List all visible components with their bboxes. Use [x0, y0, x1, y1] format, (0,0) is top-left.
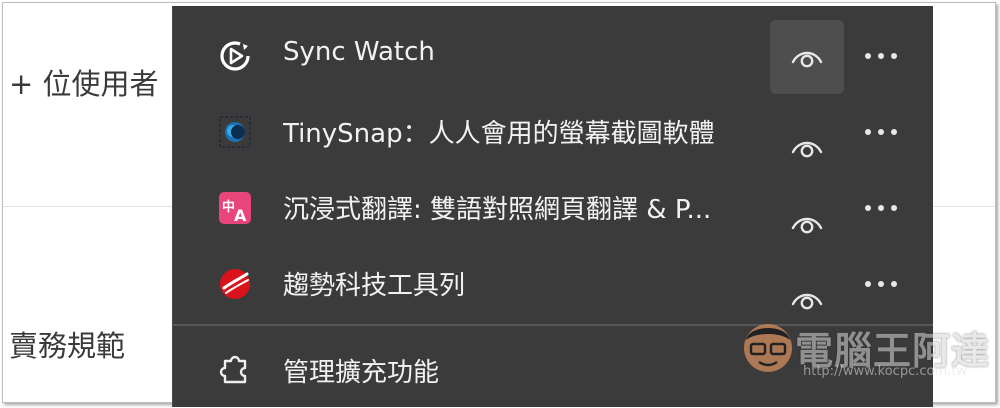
watermark-url: http://www.kocpc.com.tw	[803, 364, 967, 379]
immersive-translate-icon: 中 A	[217, 190, 253, 226]
trend-micro-icon	[217, 266, 253, 302]
more-dots-icon	[865, 205, 897, 211]
site-watermark: 電腦王阿達 http://www.kocpc.com.tw	[741, 316, 989, 396]
background-policy-text: 賣務規範	[9, 329, 126, 363]
extension-item-trend-micro[interactable]: 趨勢科技工具列	[173, 248, 933, 320]
extension-name: 趨勢科技工具列	[283, 271, 466, 301]
pin-visibility-button[interactable]	[770, 20, 844, 94]
extension-name: 沉浸式翻譯: 雙語對照網頁翻譯 & P...	[283, 195, 712, 225]
extensions-menu: Sync Watch TinySnap：人人會用的螢幕截圖軟體 中 A 沉浸式翻…	[172, 6, 989, 407]
sync-watch-icon	[217, 38, 253, 74]
manage-extensions-label: 管理擴充功能	[283, 358, 440, 388]
eye-icon	[791, 141, 823, 158]
more-dots-icon	[865, 129, 897, 135]
more-options-button[interactable]	[855, 34, 907, 78]
extension-name: Sync Watch	[283, 37, 435, 67]
eye-icon	[791, 217, 823, 234]
tinysnap-icon	[217, 114, 253, 150]
svg-text:A: A	[234, 206, 247, 225]
more-options-button[interactable]	[855, 186, 907, 230]
more-dots-icon	[865, 281, 897, 287]
eye-icon	[791, 293, 823, 310]
eye-icon	[791, 51, 823, 68]
more-dots-icon	[865, 53, 897, 59]
puzzle-icon	[217, 350, 253, 386]
more-options-button[interactable]	[855, 110, 907, 154]
more-options-button[interactable]	[855, 262, 907, 306]
extension-item-immersive-translate[interactable]: 中 A 沉浸式翻譯: 雙語對照網頁翻譯 & P...	[173, 172, 933, 244]
extension-name: TinySnap：人人會用的螢幕截圖軟體	[283, 119, 715, 149]
extension-item-sync-watch[interactable]: Sync Watch	[173, 20, 933, 94]
background-user-count-text: + 位使用者	[9, 67, 159, 101]
mascot-face-logo	[744, 324, 792, 372]
extension-item-tinysnap[interactable]: TinySnap：人人會用的螢幕截圖軟體	[173, 96, 933, 168]
